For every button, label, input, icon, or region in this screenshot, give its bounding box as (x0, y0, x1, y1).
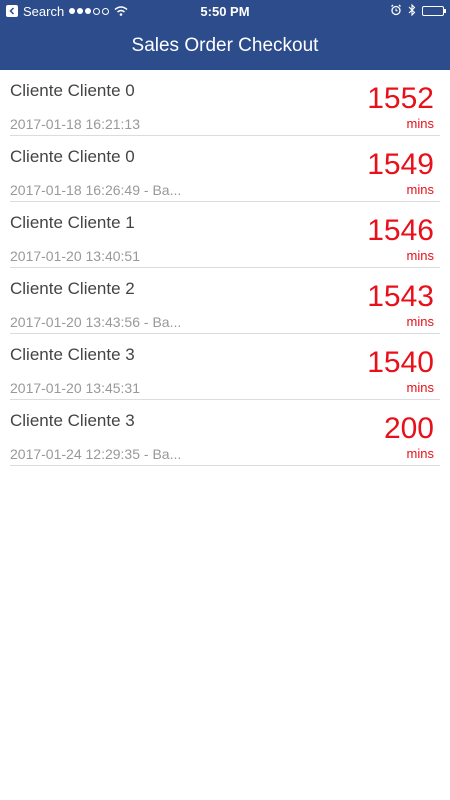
order-timestamp: 2017-01-18 16:26:49 - Ba... (10, 182, 182, 198)
list-item[interactable]: Cliente Cliente 0 2017-01-18 16:21:13 15… (10, 70, 440, 136)
back-arrow-icon (6, 5, 18, 17)
elapsed-value: 1552 (367, 82, 434, 115)
list-item[interactable]: Cliente Cliente 0 2017-01-18 16:26:49 - … (10, 136, 440, 202)
status-bar: Search 5:50 PM (0, 0, 450, 22)
list-item[interactable]: Cliente Cliente 1 2017-01-20 13:40:51 15… (10, 202, 440, 268)
list-item[interactable]: Cliente Cliente 3 2017-01-24 12:29:35 - … (10, 400, 440, 466)
client-name: Cliente Cliente 3 (10, 345, 135, 364)
list-item[interactable]: Cliente Cliente 3 2017-01-20 13:45:31 15… (10, 334, 440, 400)
elapsed-unit: mins (406, 314, 434, 329)
page-title: Sales Order Checkout (131, 35, 319, 56)
order-timestamp: 2017-01-18 16:21:13 (10, 116, 140, 132)
alarm-icon (390, 4, 402, 19)
order-timestamp: 2017-01-20 13:43:56 - Ba... (10, 314, 182, 330)
order-list: Cliente Cliente 0 2017-01-18 16:21:13 15… (0, 70, 450, 466)
signal-icon (69, 7, 110, 15)
list-item[interactable]: Cliente Cliente 2 2017-01-20 13:43:56 - … (10, 268, 440, 334)
order-timestamp: 2017-01-20 13:45:31 (10, 380, 140, 396)
elapsed-unit: mins (406, 248, 434, 263)
order-timestamp: 2017-01-24 12:29:35 - Ba... (10, 446, 182, 462)
wifi-icon (114, 4, 128, 19)
elapsed-unit: mins (406, 182, 434, 197)
client-name: Cliente Cliente 2 (10, 279, 135, 298)
elapsed-value: 1546 (367, 214, 434, 247)
order-timestamp: 2017-01-20 13:40:51 (10, 248, 140, 264)
app-header: Search 5:50 PM Sales Order Checkout (0, 0, 450, 70)
elapsed-value: 1543 (367, 280, 434, 313)
back-label: Search (23, 3, 65, 19)
client-name: Cliente Cliente 1 (10, 213, 135, 232)
client-name: Cliente Cliente 0 (10, 147, 135, 166)
battery-icon (422, 6, 446, 16)
elapsed-value: 200 (383, 412, 434, 445)
back-to-search[interactable]: Search (6, 4, 128, 19)
elapsed-unit: mins (406, 446, 434, 461)
bluetooth-icon (408, 3, 416, 19)
client-name: Cliente Cliente 0 (10, 81, 135, 100)
elapsed-unit: mins (406, 116, 434, 131)
elapsed-value: 1540 (367, 346, 434, 379)
client-name: Cliente Cliente 3 (10, 411, 135, 430)
elapsed-value: 1549 (367, 148, 434, 181)
elapsed-unit: mins (406, 380, 434, 395)
